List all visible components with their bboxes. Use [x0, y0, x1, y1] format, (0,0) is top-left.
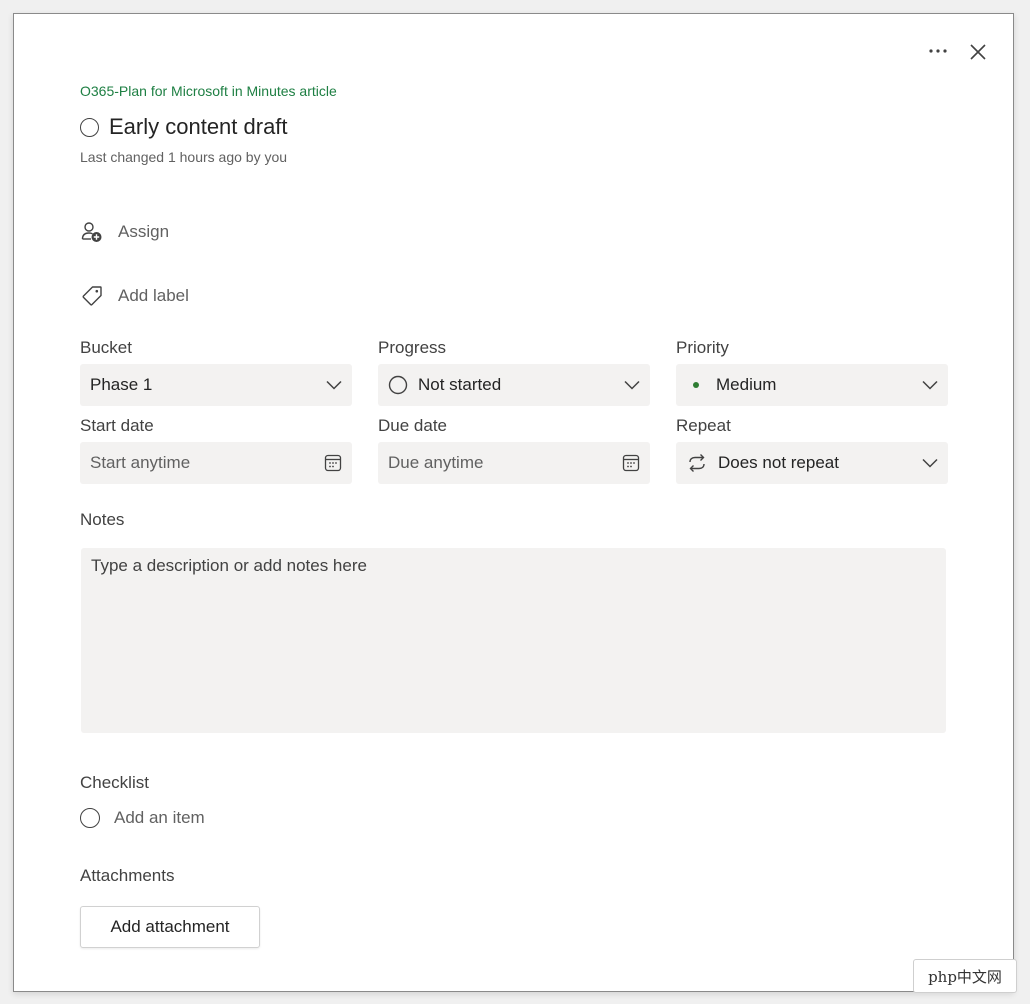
person-add-icon — [80, 220, 104, 244]
bucket-label: Bucket — [80, 338, 132, 357]
task-title[interactable]: Early content draft — [109, 114, 288, 140]
priority-label: Priority — [676, 338, 729, 357]
chevron-down-icon — [624, 380, 640, 390]
task-title-row: Early content draft — [80, 114, 288, 140]
assign-label: Assign — [118, 222, 170, 241]
start-date-placeholder: Start anytime — [90, 453, 191, 472]
assign-button[interactable]: Assign — [80, 220, 169, 244]
calendar-icon[interactable] — [622, 454, 640, 472]
checklist-label: Checklist — [80, 773, 149, 792]
due-date-input[interactable]: Due anytime — [378, 442, 650, 484]
add-label-text: Add label — [118, 286, 189, 305]
calendar-icon[interactable] — [324, 454, 342, 472]
close-icon — [970, 44, 986, 60]
notes-textarea[interactable]: Type a description or add notes here — [81, 548, 946, 733]
progress-value: Not started — [418, 375, 502, 394]
chevron-down-icon — [922, 380, 938, 390]
more-options-button[interactable] — [922, 38, 954, 64]
add-label-button[interactable]: Add label — [80, 284, 189, 308]
notes-label: Notes — [80, 510, 125, 529]
plan-name-link[interactable]: O365-Plan for Microsoft in Minutes artic… — [80, 83, 337, 99]
due-date-placeholder: Due anytime — [388, 453, 484, 472]
complete-task-checkbox[interactable] — [80, 117, 99, 137]
bucket-dropdown[interactable]: Phase 1 — [80, 364, 352, 406]
repeat-dropdown[interactable]: Does not repeat — [676, 442, 948, 484]
attachments-label: Attachments — [80, 866, 175, 885]
add-attachment-button[interactable]: Add attachment — [80, 906, 260, 948]
progress-dropdown[interactable]: Not started — [378, 364, 650, 406]
more-horizontal-icon — [929, 49, 947, 53]
close-button[interactable] — [962, 37, 994, 67]
not-started-circle-icon — [388, 375, 408, 395]
repeat-icon — [686, 453, 708, 473]
task-details-dialog: O365-Plan for Microsoft in Minutes artic… — [13, 13, 1014, 992]
add-item-text: Add an item — [114, 808, 205, 827]
due-date-label: Due date — [378, 416, 447, 435]
repeat-value: Does not repeat — [718, 453, 839, 472]
priority-dot-icon — [686, 381, 706, 389]
start-date-label: Start date — [80, 416, 154, 435]
start-date-input[interactable]: Start anytime — [80, 442, 352, 484]
chevron-down-icon — [922, 458, 938, 468]
watermark-badge: php中文网 — [913, 959, 1017, 993]
tag-icon — [80, 284, 104, 308]
priority-value: Medium — [716, 375, 777, 394]
bucket-value: Phase 1 — [90, 375, 153, 394]
add-checklist-item[interactable]: Add an item — [80, 808, 205, 828]
progress-label: Progress — [378, 338, 447, 357]
priority-dropdown[interactable]: Medium — [676, 364, 948, 406]
chevron-down-icon — [326, 380, 342, 390]
checklist-circle-icon — [80, 808, 100, 828]
repeat-label: Repeat — [676, 416, 731, 435]
last-changed-text: Last changed 1 hours ago by you — [80, 149, 288, 165]
